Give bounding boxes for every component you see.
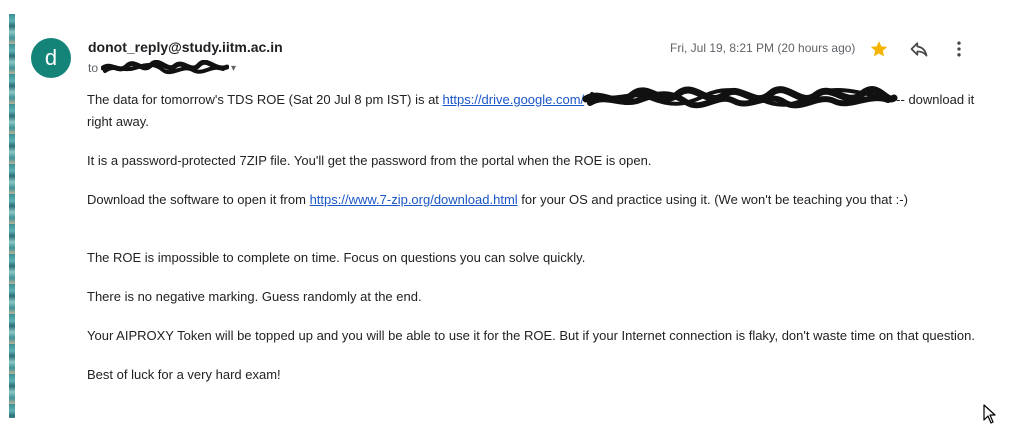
paragraph-software: Download the software to open it from ht… [87, 192, 908, 207]
drive-link[interactable]: https://drive.google.com/ [443, 92, 585, 107]
message-body: The data for tomorrow's TDS ROE (Sat 20 … [87, 86, 977, 385]
paragraph-good-luck: Best of luck for a very hard exam! [87, 367, 281, 382]
avatar[interactable]: d [31, 38, 71, 78]
redacted-link-scribble [582, 86, 898, 109]
avatar-letter: d [44, 45, 58, 70]
paragraph-negative-marking: There is no negative marking. Guess rand… [87, 289, 422, 304]
7zip-download-link[interactable]: https://www.7-zip.org/download.html [310, 192, 518, 207]
star-icon[interactable] [869, 39, 889, 59]
paragraph-data-link: The data for tomorrow's TDS ROE (Sat 20 … [87, 86, 977, 132]
paragraph-roe-time: The ROE is impossible to complete on tim… [87, 250, 586, 265]
mouse-cursor-icon [983, 404, 996, 424]
sender-email[interactable]: donot_reply@study.iitm.ac.in [88, 39, 283, 55]
reply-icon[interactable] [909, 39, 929, 59]
message-date: Fri, Jul 19, 8:21 PM (20 hours ago) [670, 41, 856, 55]
to-label: to [88, 61, 99, 75]
left-image-strip [9, 14, 15, 418]
chevron-down-icon[interactable]: ▾ [231, 63, 236, 74]
recipient-line[interactable]: to ▾ [88, 60, 236, 76]
paragraph-password: It is a password-protected 7ZIP file. Yo… [87, 153, 652, 168]
more-vertical-icon[interactable] [949, 39, 969, 59]
redacted-recipient-scribble [101, 60, 230, 75]
paragraph-aiproxy: Your AIPROXY Token will be topped up and… [87, 328, 975, 343]
